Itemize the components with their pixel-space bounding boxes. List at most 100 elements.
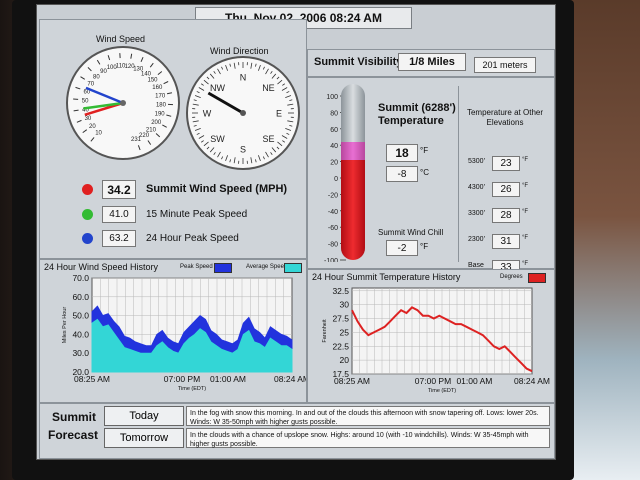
y-tick-label: 30.0 (72, 348, 89, 358)
temp-legend-label: Degrees (500, 274, 523, 280)
compass-tick (258, 64, 261, 71)
compass-tick (258, 155, 261, 162)
compass-tick (229, 159, 231, 163)
compass-label: NW (210, 83, 225, 93)
forecast-today-text: In the fog with snow this morning. In an… (186, 406, 550, 426)
peak15-indicator (82, 209, 93, 220)
speed-tick (73, 109, 79, 112)
elevation-label: 4300' (468, 184, 485, 191)
compass-tick (194, 95, 201, 98)
elevations-divider (458, 86, 459, 262)
compass-tick (255, 159, 257, 163)
speed-tick-label: 20 (89, 124, 96, 130)
peak24-label: 24 Hour Peak Speed (146, 233, 239, 244)
x-tick-label: 07:00 PM (164, 374, 200, 384)
x-tick-label: 08:25 AM (334, 376, 370, 386)
direction-needle (207, 91, 244, 115)
compass-tick (200, 140, 204, 143)
elevation-label: 2300' (468, 236, 485, 243)
speed-tick-label: 80 (93, 74, 100, 80)
visibility-meters: 201 meters (474, 57, 536, 73)
thermo-scale-label: 80 (330, 110, 338, 117)
compass-tick (281, 135, 288, 139)
elevation-unit: °F (522, 235, 529, 241)
elevation-temp: 26 (492, 182, 520, 197)
temp-history-panel: 24 Hour Summit Temperature History Degre… (307, 269, 555, 403)
summit-speed-indicator (82, 184, 93, 195)
speed-tick (140, 56, 144, 62)
speed-tick (163, 81, 169, 85)
x-axis-label: Time (EDT) (428, 388, 456, 394)
wind-direction-compass: N NE E SE S SW W NW (186, 56, 300, 170)
x-tick-label: 01:00 AM (210, 374, 246, 384)
speed-tick-label: 140 (141, 71, 152, 77)
compass-tick (203, 141, 209, 147)
elevation-unit: °F (522, 183, 529, 189)
y-tick-label: 40.0 (72, 329, 89, 339)
speed-tick (157, 71, 163, 76)
x-tick-label: 07:00 PM (415, 376, 451, 386)
x-tick-label: 08:24 AM (274, 374, 306, 384)
y-tick-label: 22.5 (332, 341, 349, 351)
y-tick-label: 30 (340, 300, 350, 310)
legend-avg-label: Average Speed (246, 264, 288, 270)
speed-tick (149, 62, 154, 68)
compass-tick (217, 151, 221, 158)
peak24-indicator (82, 233, 93, 244)
compass-tick (287, 120, 294, 123)
compass-tick (225, 64, 228, 71)
compass-label: W (203, 109, 212, 119)
thermo-scale-label: -60 (328, 225, 338, 232)
wind-chill-unit: °F (420, 242, 429, 251)
compass-tick (270, 70, 273, 74)
speed-tick-label: 180 (156, 103, 167, 109)
temp-legend-swatch (528, 273, 546, 283)
thermo-scale-label: 20 (330, 160, 338, 167)
speed-tick (87, 67, 92, 72)
thermo-scale-label: 60 (330, 127, 338, 134)
wind-history-title: 24 Hour Wind Speed History (44, 262, 159, 272)
speed-tick-label: 150 (147, 78, 158, 84)
y-tick-label: 60.0 (72, 292, 89, 302)
compass-tick (271, 73, 277, 79)
elevation-label: Base (468, 262, 484, 269)
elevations-title: Temperature at Other Elevations (466, 108, 544, 127)
compass-tick (282, 140, 286, 143)
compass-label: NE (262, 83, 275, 93)
thermo-scale-label: -100 (324, 258, 338, 262)
forecast-tomorrow-tab[interactable]: Tomorrow (104, 428, 184, 448)
thermometer-freezing-band (341, 142, 365, 160)
speed-tick (96, 59, 101, 65)
compass-tick (286, 132, 290, 135)
visibility-miles: 1/8 Miles (398, 53, 466, 71)
speed-tick (137, 145, 141, 151)
x-tick-label: 08:24 AM (514, 376, 550, 386)
elevation-temp: 28 (492, 208, 520, 223)
compass-label: E (276, 109, 282, 119)
x-tick-label: 01:00 AM (456, 376, 492, 386)
speed-tick (76, 119, 82, 123)
compass-tick (198, 135, 205, 139)
compass-tick (286, 91, 290, 94)
summit-temp-c: -8 (386, 166, 418, 182)
compass-tick (193, 125, 197, 127)
compass-tick (196, 91, 200, 94)
x-axis-label: Time (EDT) (178, 386, 206, 392)
y-tick-label: 32.5 (332, 286, 349, 296)
speed-tick-label: 30 (85, 116, 92, 122)
summit-temp-f: 18 (386, 144, 418, 162)
speed-tick (147, 140, 152, 145)
temp-history-chart: 32.53027.52522.52017.508:25 AM 07:00 PM 01… (322, 286, 550, 394)
compass-tick (270, 152, 273, 156)
temp-unit-f: °F (420, 146, 429, 155)
speed-tick-label: 10 (95, 131, 102, 137)
compass-tick (221, 66, 224, 70)
compass-tick (233, 62, 236, 69)
compass-tick (192, 120, 199, 123)
wind-chill-label: Summit Wind Chill (378, 228, 444, 237)
elevation-unit: °F (522, 209, 529, 215)
forecast-label-forecast: Forecast (48, 428, 99, 442)
forecast-today-tab[interactable]: Today (104, 406, 184, 426)
elevation-label: 5300' (468, 158, 485, 165)
elevation-unit: °F (522, 261, 529, 267)
